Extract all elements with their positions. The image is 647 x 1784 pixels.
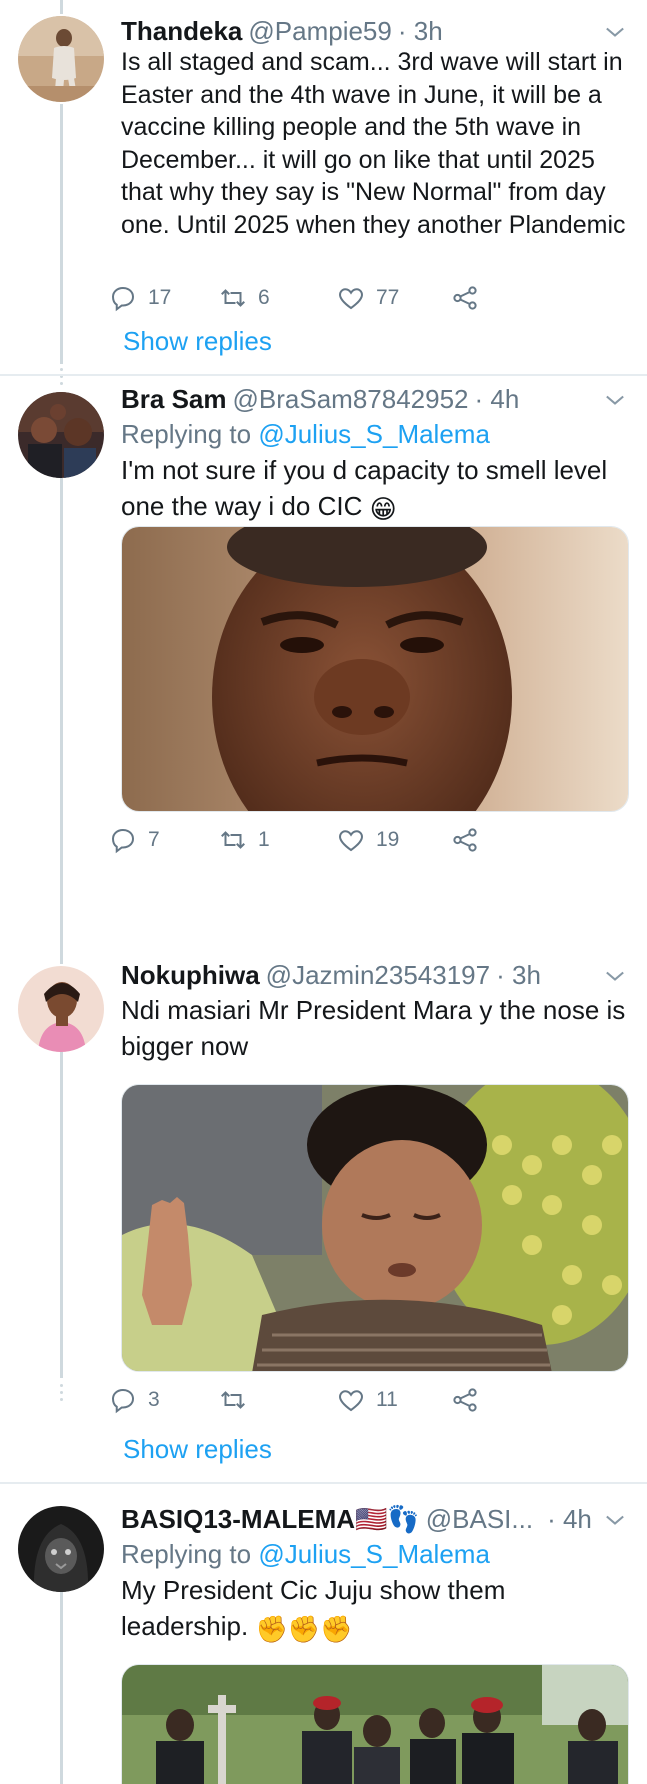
share-icon	[453, 828, 477, 852]
reply-icon	[111, 828, 135, 854]
reply-button[interactable]: 17	[108, 283, 171, 313]
tweet-header: Thandeka @Pampie59 · 3h	[121, 14, 629, 48]
chevron-down-icon[interactable]	[601, 18, 629, 46]
reply-count: 3	[148, 1388, 160, 1411]
thread-line	[60, 1052, 63, 1378]
heart-icon	[339, 288, 363, 310]
chevron-down-icon[interactable]	[601, 1506, 629, 1534]
user-handle[interactable]: @Pampie59	[248, 14, 391, 48]
tweet-text-body: I'm not sure if you d capacity to smell …	[121, 455, 608, 521]
reply-icon	[111, 286, 135, 312]
timestamp[interactable]: · 4h	[475, 382, 520, 416]
tweet-text: Is all staged and scam... 3rd wave will …	[121, 48, 626, 239]
grin-emoji: 😁	[369, 494, 397, 524]
user-handle[interactable]: @BraSam87842952	[233, 382, 469, 416]
action-bar: 3 11	[108, 1384, 508, 1416]
thread-dots	[60, 1384, 63, 1405]
like-count: 77	[376, 286, 400, 309]
timestamp[interactable]: · 3h	[496, 958, 541, 992]
reply-count: 17	[148, 286, 172, 309]
mention-link[interactable]: @Julius_S_Malema	[258, 419, 490, 449]
tweet-image[interactable]	[121, 526, 629, 812]
fist-emoji: ✊✊✊	[255, 1614, 353, 1644]
avatar[interactable]	[18, 966, 104, 1052]
tweet-1[interactable]: Thandeka @Pampie59 · 3h Is all staged an…	[0, 0, 647, 385]
replying-prefix: Replying to	[121, 1539, 259, 1569]
retweet-button[interactable]: 6	[218, 283, 270, 313]
replying-prefix: Replying to	[121, 419, 259, 449]
tweet-2[interactable]: Bra Sam @BraSam87842952 · 4h Replying to…	[0, 376, 647, 936]
timestamp[interactable]: · 3h	[398, 14, 443, 48]
avatar[interactable]	[18, 1506, 104, 1592]
replying-to: Replying to @Julius_S_Malema	[121, 1536, 629, 1572]
like-button[interactable]: 19	[336, 825, 399, 855]
share-button[interactable]	[450, 283, 480, 313]
tweet-image[interactable]	[121, 1664, 629, 1784]
heart-icon	[339, 1390, 363, 1412]
reply-button[interactable]: 7	[108, 825, 160, 855]
display-name[interactable]: Thandeka	[121, 14, 242, 48]
share-button[interactable]	[450, 1385, 480, 1415]
share-icon	[453, 286, 477, 310]
chevron-down-icon[interactable]	[601, 386, 629, 414]
tweet-header: Nokuphiwa @Jazmin23543197 · 3h	[121, 958, 629, 992]
heart-icon	[339, 830, 363, 852]
tweet-text: Ndi masiari Mr President Mara y the nose…	[121, 995, 626, 1061]
action-bar: 17 6 77	[108, 282, 508, 314]
user-handle[interactable]: @BASI...	[426, 1502, 533, 1536]
show-replies-link[interactable]: Show replies	[123, 326, 272, 357]
thread-line	[60, 0, 63, 14]
show-replies-link[interactable]: Show replies	[123, 1434, 272, 1465]
like-button[interactable]: 11	[336, 1385, 398, 1415]
tweet-header: BASIQ13-MALEMA🇺🇸👣 @BASI... · 4h	[121, 1502, 629, 1536]
retweet-button[interactable]	[218, 1385, 258, 1415]
tweet-header: Bra Sam @BraSam87842952 · 4h	[121, 382, 629, 416]
like-count: 19	[376, 828, 400, 851]
avatar[interactable]	[18, 392, 104, 478]
retweet-icon	[221, 831, 245, 849]
replying-to: Replying to @Julius_S_Malema	[121, 416, 629, 452]
tweet-image[interactable]	[121, 1084, 629, 1372]
like-button[interactable]: 77	[336, 283, 399, 313]
share-icon	[453, 1388, 477, 1412]
thread-line	[60, 478, 63, 936]
thread-dot	[60, 368, 63, 371]
reply-button[interactable]: 3	[108, 1385, 160, 1415]
chevron-down-icon[interactable]	[601, 962, 629, 990]
reply-icon	[111, 1388, 135, 1414]
display-name[interactable]: Bra Sam	[121, 382, 227, 416]
tweet-text: I'm not sure if you d capacity to smell …	[121, 452, 629, 527]
display-name[interactable]: Nokuphiwa	[121, 958, 260, 992]
timestamp[interactable]: · 4h	[547, 1502, 592, 1536]
thread-dot	[60, 1391, 63, 1394]
retweet-button[interactable]: 1	[218, 825, 270, 855]
share-button[interactable]	[450, 825, 480, 855]
user-handle[interactable]: @Jazmin23543197	[266, 958, 490, 992]
tweet-text: My President Cic Juju show them leadersh…	[121, 1572, 629, 1647]
retweet-icon	[221, 289, 245, 307]
thread-line	[60, 104, 63, 364]
tweet-4[interactable]: BASIQ13-MALEMA🇺🇸👣 @BASI... · 4h Replying…	[0, 1484, 647, 1784]
action-bar: 7 1 19	[108, 824, 508, 856]
avatar[interactable]	[18, 16, 104, 102]
like-count: 11	[376, 1388, 398, 1411]
retweet-count: 6	[258, 286, 270, 309]
thread-line	[60, 1592, 63, 1784]
mention-link[interactable]: @Julius_S_Malema	[258, 1539, 490, 1569]
thread-dot	[60, 1398, 63, 1401]
thread-dot	[60, 1384, 63, 1387]
thread-line	[60, 936, 63, 964]
reply-count: 7	[148, 828, 160, 851]
retweet-count: 1	[258, 828, 270, 851]
display-name[interactable]: BASIQ13-MALEMA🇺🇸👣	[121, 1502, 420, 1536]
retweet-icon	[221, 1391, 245, 1409]
